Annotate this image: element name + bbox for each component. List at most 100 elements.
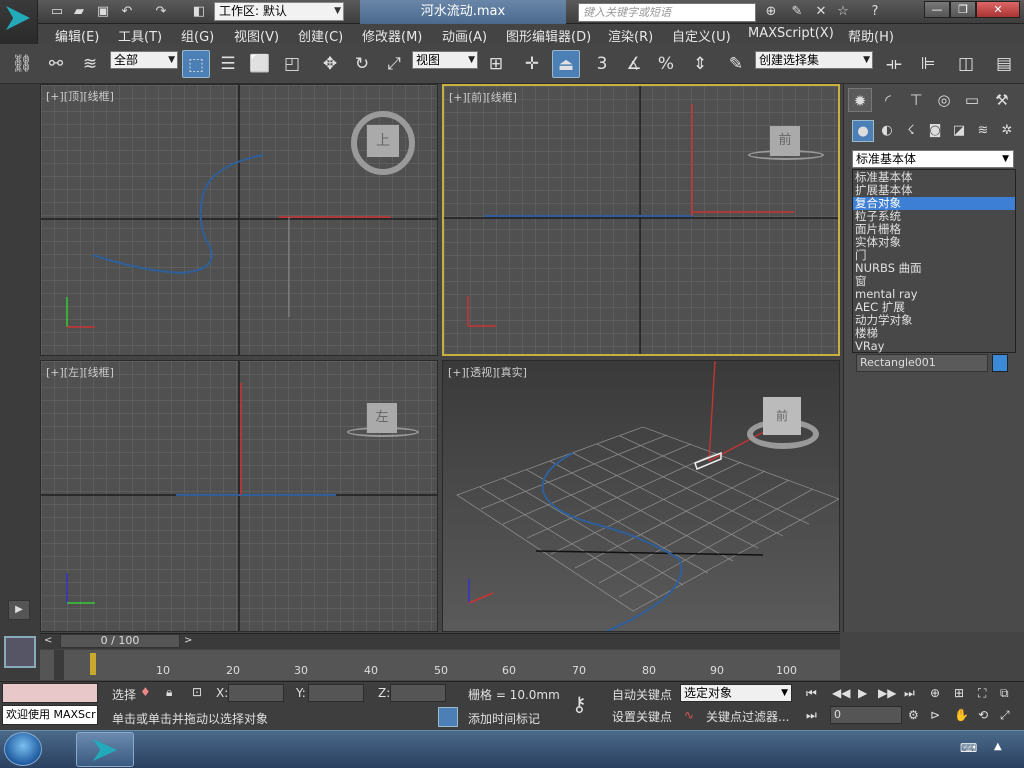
modify-tab-icon[interactable]: ◜ [876, 88, 900, 112]
viewport-left[interactable]: [+][左][线框] 左 [40, 360, 438, 632]
display-tab-icon[interactable]: ▭ [960, 88, 984, 112]
field-of-view-icon[interactable]: ⊳ [930, 708, 940, 722]
helpers-icon[interactable]: ◪ [948, 120, 970, 142]
named-selection-dropdown[interactable]: 创建选择集 ▼ [755, 51, 873, 69]
key-icon[interactable]: ⚷ [572, 692, 587, 716]
time-slider[interactable]: 0 / 100 [60, 634, 180, 648]
absolute-mode-icon[interactable]: ⊡ [192, 685, 202, 699]
goto-start-icon[interactable]: ⏮ [806, 686, 817, 701]
z-coordinate-field[interactable] [390, 684, 446, 702]
subscription-icon[interactable]: ✎ [788, 3, 806, 21]
key-mode-toggle-icon[interactable]: ⏭ [806, 708, 817, 723]
viewcube[interactable]: 左 [367, 403, 397, 433]
zoom-all-icon[interactable]: ⊞ [954, 686, 964, 700]
viewport-label[interactable]: [+][顶][线框] [46, 88, 114, 104]
window-crossing-icon[interactable]: ◰ [278, 50, 306, 78]
menu-modifiers[interactable]: 修改器(M) [362, 26, 422, 45]
spinner-snap-icon[interactable]: ⇕ [686, 50, 714, 78]
taskbar-3dsmax-button[interactable] [76, 732, 134, 767]
shapes-icon[interactable]: ◐ [876, 120, 898, 142]
communication-icon[interactable]: ✕ [812, 3, 830, 21]
maximize-viewport-icon[interactable]: ⤢ [1000, 708, 1010, 723]
undo-icon[interactable]: ↶ [118, 3, 136, 21]
maximize-button[interactable]: ❐ [950, 1, 976, 18]
next-frame-icon[interactable]: > [184, 635, 192, 646]
add-time-tag[interactable]: 添加时间标记 [468, 710, 540, 727]
search-input[interactable]: 键入关键字或短语 [578, 3, 756, 22]
bind-space-warp-icon[interactable]: ≋ [76, 50, 104, 78]
systems-icon[interactable]: ✲ [996, 120, 1018, 142]
menu-animation[interactable]: 动画(A) [442, 26, 487, 45]
y-coordinate-field[interactable] [308, 684, 364, 702]
key-mode-dropdown[interactable]: 选定对象 ▼ [680, 684, 792, 702]
motion-tab-icon[interactable]: ◎ [932, 88, 956, 112]
next-key-icon[interactable]: ▶▶ [878, 686, 896, 700]
viewcube[interactable]: 前 [763, 397, 801, 435]
workspace-dropdown[interactable]: 工作区: 默认 ▼ [214, 2, 344, 21]
app-logo[interactable] [0, 0, 38, 44]
object-color-swatch[interactable] [992, 354, 1008, 372]
hierarchy-tab-icon[interactable]: ⊤ [904, 88, 928, 112]
lights-icon[interactable]: ☇ [900, 120, 922, 142]
mirror-icon[interactable]: ⟛ [880, 50, 908, 78]
menu-rendering[interactable]: 渲染(R) [608, 26, 653, 45]
binoculars-icon[interactable]: ⊕ [762, 3, 780, 21]
orbit-icon[interactable]: ⟲ [978, 708, 988, 722]
viewport-label[interactable]: [+][透视][真实] [448, 364, 527, 380]
redo-icon[interactable]: ↷ [152, 3, 170, 21]
goto-end-icon[interactable]: ⏭ [904, 686, 915, 701]
current-frame-field[interactable]: 0 [830, 706, 902, 724]
zoom-icon[interactable]: ⊕ [930, 686, 940, 700]
prev-key-icon[interactable]: ◀◀ [832, 686, 850, 700]
pivot-center-icon[interactable]: ⊞ [482, 50, 510, 78]
play-icon[interactable]: ▶ [858, 686, 867, 700]
menu-graph-editors[interactable]: 图形编辑器(D) [506, 26, 591, 45]
layer-manager-icon[interactable]: ◫ [952, 50, 980, 78]
viewport-label[interactable]: [+][前][线框] [449, 89, 517, 105]
menu-customize[interactable]: 自定义(U) [672, 26, 731, 45]
select-by-name-icon[interactable]: ☰ [214, 50, 242, 78]
viewcube[interactable]: 前 [770, 126, 800, 156]
category-option[interactable]: NURBS 曲面 [853, 262, 1015, 275]
rotate-icon[interactable]: ↻ [348, 50, 376, 78]
rect-selection-region-icon[interactable]: ⬜ [246, 50, 274, 78]
category-option[interactable]: 实体对象 [853, 236, 1015, 249]
link-icon[interactable]: ⛓ [8, 50, 36, 78]
snaps-toggle-icon[interactable]: 3 [588, 50, 616, 78]
save-icon[interactable]: ▣ [94, 3, 112, 21]
keyboard-icon[interactable]: ⌨ [960, 741, 977, 755]
cameras-icon[interactable]: ◙ [924, 120, 946, 142]
align-icon[interactable]: ⊫ [914, 50, 942, 78]
help-icon[interactable]: ? [866, 3, 884, 21]
category-dropdown[interactable]: 标准基本体 ▼ [852, 150, 1014, 168]
menu-maxscript[interactable]: MAXScript(X) [748, 26, 834, 41]
project-folder-icon[interactable]: ◧ [190, 3, 208, 21]
menu-tools[interactable]: 工具(T) [118, 26, 162, 45]
maxscript-listener-mini[interactable] [2, 683, 98, 703]
set-key-button[interactable]: 设置关键点 [612, 708, 672, 725]
time-config-icon[interactable]: ⚙ [908, 708, 919, 722]
favorites-icon[interactable]: ☆ [834, 3, 852, 21]
close-button[interactable]: ✕ [976, 1, 1020, 18]
select-object-icon[interactable]: ⬚ [182, 50, 210, 78]
keyboard-shortcut-override-icon[interactable]: ⏏ [552, 50, 580, 78]
geometry-icon[interactable]: ● [852, 120, 874, 142]
object-name-field[interactable]: Rectangle001 [856, 354, 988, 372]
auto-key-button[interactable]: 自动关键点 [612, 686, 672, 703]
category-option[interactable]: VRay [853, 340, 1015, 353]
select-manipulate-icon[interactable]: ✛ [518, 50, 546, 78]
time-tag-icon[interactable] [438, 707, 458, 727]
selection-filter-dropdown[interactable]: 全部 ▼ [110, 51, 178, 69]
menu-group[interactable]: 组(G) [181, 26, 214, 45]
reference-coordinate-dropdown[interactable]: 视图 ▼ [412, 51, 478, 69]
utilities-tab-icon[interactable]: ⚒ [990, 88, 1014, 112]
viewport-label[interactable]: [+][左][线框] [46, 364, 114, 380]
unlink-icon[interactable]: ⚯ [42, 50, 70, 78]
expand-arrow-icon[interactable]: ▶ [8, 600, 30, 620]
menu-create[interactable]: 创建(C) [298, 26, 343, 45]
space-warps-icon[interactable]: ≋ [972, 120, 994, 142]
open-file-icon[interactable]: ▰ [70, 3, 88, 21]
menu-help[interactable]: 帮助(H) [848, 26, 894, 45]
scale-icon[interactable]: ⤢ [380, 50, 408, 78]
isolate-icon[interactable]: ♦ [140, 685, 151, 699]
